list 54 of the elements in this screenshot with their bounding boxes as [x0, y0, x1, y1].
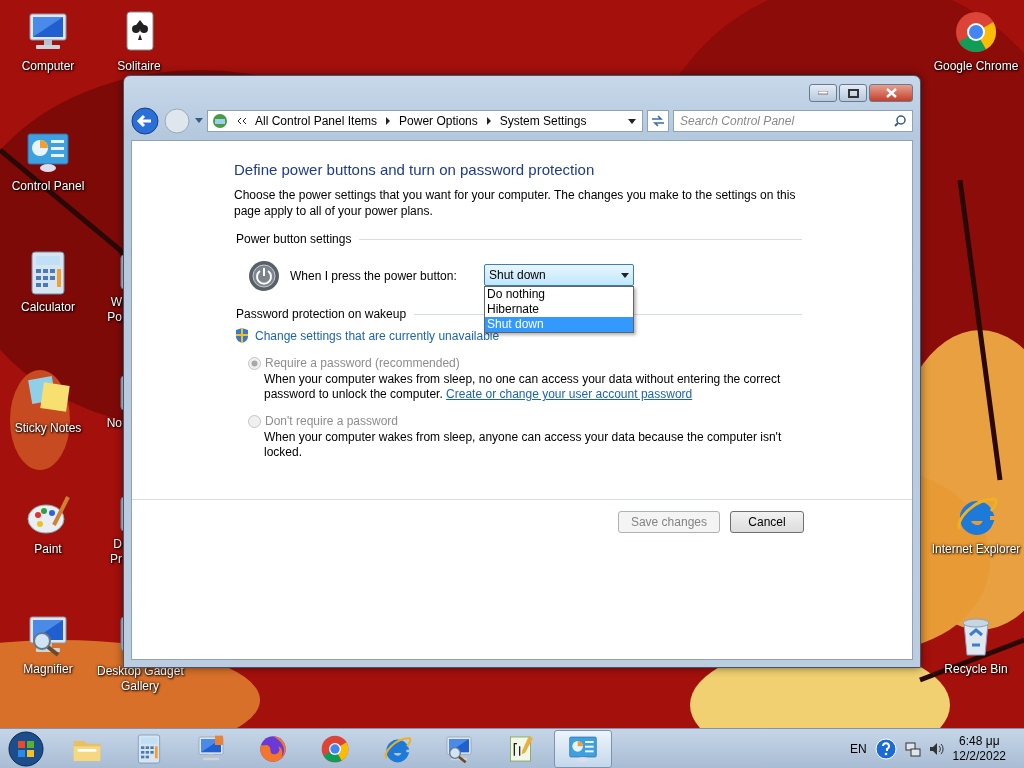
- intro-text: Choose the power settings that you want for your computer. The changes you make to the settings on this page apply to all of your power plans.: [234, 187, 797, 219]
- option-description: When your computer wakes from sleep, no one can access your data without entering the correct password to unlock the computer. Create or change your user account password: [264, 372, 782, 402]
- icon-label: Control Panel: [11, 179, 85, 194]
- icon-label: Computer: [21, 59, 75, 74]
- search-field[interactable]: Search Control Panel: [673, 110, 913, 132]
- overflow-chevron-icon[interactable]: [237, 117, 247, 125]
- icon-label: Magnifier: [23, 662, 73, 677]
- close-icon: [885, 88, 897, 98]
- section-heading: Password protection on wakeup: [236, 307, 407, 321]
- section-heading: Power button settings: [236, 232, 352, 246]
- breadcrumb[interactable]: Power Options: [399, 114, 478, 128]
- help-icon[interactable]: [874, 737, 897, 760]
- cancel-button[interactable]: Cancel: [730, 511, 804, 533]
- breadcrumb-arrow-icon[interactable]: [385, 117, 392, 125]
- breadcrumb-arrow-icon[interactable]: [485, 117, 492, 125]
- icon-label: D Pr: [109, 537, 122, 567]
- search-icon: [894, 115, 906, 127]
- caret-icon: [621, 272, 629, 278]
- minimize-button[interactable]: [809, 84, 837, 102]
- shield-icon: [234, 327, 250, 344]
- clock[interactable]: 6:48 μμ 12/2/2022: [952, 733, 1006, 764]
- power-button-label: When I press the power button:: [290, 269, 457, 283]
- control-panel-icon: [211, 112, 229, 130]
- option-description: When your computer wakes from sleep, anyone can access your data because the computer isn't locked.: [264, 430, 783, 460]
- refresh-button[interactable]: [647, 110, 669, 132]
- dropdown-option[interactable]: Hibernate: [485, 302, 633, 317]
- breadcrumb[interactable]: System Settings: [499, 114, 587, 128]
- back-button[interactable]: [131, 107, 159, 135]
- maximize-button[interactable]: [839, 84, 867, 102]
- icon-label: Internet Explorer: [931, 542, 1021, 557]
- caret-icon[interactable]: [628, 118, 636, 124]
- icon-label: No: [105, 416, 122, 431]
- power-action-dropdown[interactable]: Shut down: [484, 264, 634, 286]
- language-indicator[interactable]: EN: [849, 741, 867, 756]
- icon-label: Google Chrome: [933, 59, 1019, 74]
- history-dropdown-icon[interactable]: [195, 118, 203, 124]
- icon-label: Sticky Notes: [14, 421, 82, 436]
- icon-label: Recycle Bin: [944, 662, 1008, 677]
- minimize-icon: [818, 91, 828, 95]
- icon-label: Solitaire: [117, 59, 161, 74]
- power-icon: [248, 260, 280, 292]
- radio-label: Don't require a password: [265, 414, 399, 428]
- icon-label: Calculator: [21, 300, 75, 315]
- dropdown-option[interactable]: Do nothing: [485, 287, 633, 302]
- icon-label: W Po: [106, 295, 122, 325]
- maximize-icon: [847, 88, 859, 98]
- page-title: Define power buttons and turn on password protection: [234, 161, 596, 178]
- icon-label: Paint: [34, 542, 62, 557]
- network-icon[interactable]: [904, 740, 921, 757]
- start-button[interactable]: [8, 730, 44, 767]
- taskbar-button[interactable]: [554, 729, 612, 768]
- close-button[interactable]: [869, 84, 913, 102]
- radio-label: Require a password (recommended): [265, 356, 460, 370]
- breadcrumb[interactable]: All Control Panel Items: [255, 114, 378, 128]
